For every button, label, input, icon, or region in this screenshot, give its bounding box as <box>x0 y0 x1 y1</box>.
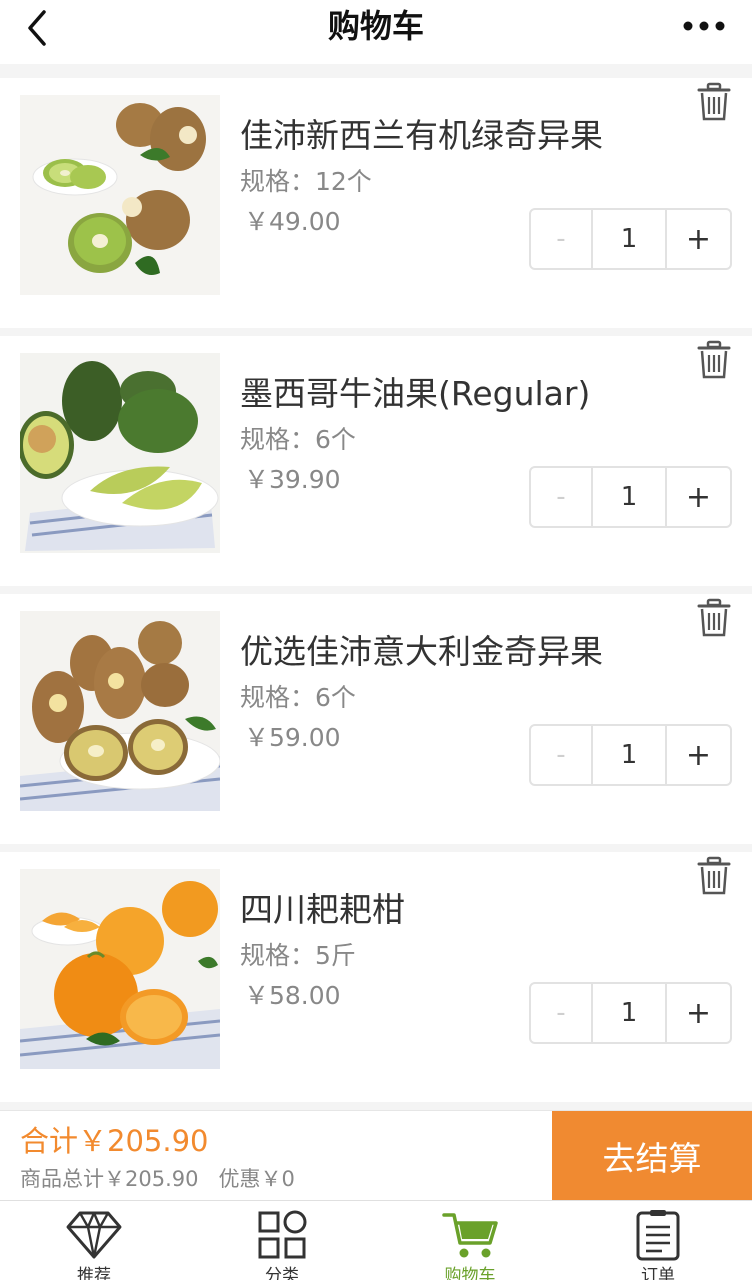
decrease-quantity-button[interactable]: - <box>531 210 593 268</box>
quantity-stepper: - 1 + <box>529 724 732 786</box>
product-spec: 规格：12个 <box>240 167 372 196</box>
product-image-orange[interactable] <box>20 869 220 1069</box>
avocado-photo <box>20 353 220 553</box>
bottom-nav: 推荐 分类 购物车 订单 <box>0 1200 752 1280</box>
total-amount: 合计￥205.90 <box>20 1124 209 1158</box>
trash-icon <box>697 598 731 637</box>
quantity-value[interactable]: 1 <box>593 210 667 268</box>
trash-icon <box>697 856 731 895</box>
more-button[interactable] <box>680 10 728 42</box>
nav-item-cart[interactable]: 购物车 <box>376 1201 564 1280</box>
quantity-value[interactable]: 1 <box>593 726 667 784</box>
quantity-stepper: - 1 + <box>529 208 732 270</box>
cart-item: 墨西哥牛油果(Regular) 规格：6个 ￥39.90 - 1 + <box>0 336 752 586</box>
product-price: ￥58.00 <box>244 981 341 1010</box>
product-image-gold-kiwi[interactable] <box>20 611 220 811</box>
trash-icon <box>697 82 731 121</box>
nav-label: 推荐 <box>77 1266 111 1280</box>
nav-item-category[interactable]: 分类 <box>188 1201 376 1280</box>
quantity-value[interactable]: 1 <box>593 984 667 1042</box>
app-root: 购物车 佳沛新西兰有机绿奇异果 规格：12个 ￥49.00 - 1 + 墨西哥牛… <box>0 0 752 1280</box>
order-list-icon <box>636 1210 680 1261</box>
cart-item: 四川耙耙柑 规格：5斤 ￥58.00 - 1 + <box>0 852 752 1102</box>
increase-quantity-button[interactable]: + <box>667 726 730 784</box>
page-title: 购物车 <box>327 7 424 45</box>
product-name[interactable]: 墨西哥牛油果(Regular) <box>240 372 590 416</box>
top-bar: 购物车 <box>0 0 752 64</box>
grid-icon <box>258 1210 307 1259</box>
increase-quantity-button[interactable]: + <box>667 210 730 268</box>
product-spec: 规格：5斤 <box>240 941 356 970</box>
cart-list: 佳沛新西兰有机绿奇异果 规格：12个 ￥49.00 - 1 + 墨西哥牛油果(R… <box>0 64 752 1110</box>
checkout-button[interactable]: 去结算 <box>552 1111 752 1201</box>
more-dots-icon <box>683 21 725 31</box>
increase-quantity-button[interactable]: + <box>667 468 730 526</box>
product-spec: 规格：6个 <box>240 683 356 712</box>
nav-label: 订单 <box>641 1266 675 1280</box>
product-name[interactable]: 四川耙耙柑 <box>240 888 405 932</box>
quantity-stepper: - 1 + <box>529 466 732 528</box>
price-breakdown: 商品总计￥205.90 优惠￥0 <box>20 1167 295 1191</box>
product-name[interactable]: 佳沛新西兰有机绿奇异果 <box>240 114 603 158</box>
delete-item-button[interactable] <box>696 598 732 638</box>
quantity-value[interactable]: 1 <box>593 468 667 526</box>
cart-item: 佳沛新西兰有机绿奇异果 规格：12个 ￥49.00 - 1 + <box>0 78 752 328</box>
checkout-summary-bar: 合计￥205.90 商品总计￥205.90 优惠￥0 去结算 <box>0 1110 752 1201</box>
product-price: ￥49.00 <box>244 207 341 236</box>
cart-item: 优选佳沛意大利金奇异果 规格：6个 ￥59.00 - 1 + <box>0 594 752 844</box>
orange-photo <box>20 869 220 1069</box>
delete-item-button[interactable] <box>696 340 732 380</box>
product-price: ￥59.00 <box>244 723 341 752</box>
decrease-quantity-button[interactable]: - <box>531 984 593 1042</box>
product-image-green-kiwi[interactable] <box>20 95 220 295</box>
delete-item-button[interactable] <box>696 82 732 122</box>
nav-item-recommend[interactable]: 推荐 <box>0 1201 188 1280</box>
decrease-quantity-button[interactable]: - <box>531 468 593 526</box>
product-name[interactable]: 优选佳沛意大利金奇异果 <box>240 630 603 674</box>
trash-icon <box>697 340 731 379</box>
decrease-quantity-button[interactable]: - <box>531 726 593 784</box>
nav-item-orders[interactable]: 订单 <box>564 1201 752 1280</box>
quantity-stepper: - 1 + <box>529 982 732 1044</box>
delete-item-button[interactable] <box>696 856 732 896</box>
nav-label: 分类 <box>265 1266 299 1280</box>
increase-quantity-button[interactable]: + <box>667 984 730 1042</box>
product-image-avocado[interactable] <box>20 353 220 553</box>
product-price: ￥39.90 <box>244 465 341 494</box>
product-spec: 规格：6个 <box>240 425 356 454</box>
gold-kiwi-photo <box>20 611 220 811</box>
green-kiwi-photo <box>20 95 220 295</box>
cart-icon <box>442 1213 498 1258</box>
nav-label: 购物车 <box>444 1266 496 1280</box>
diamond-icon <box>66 1211 122 1259</box>
